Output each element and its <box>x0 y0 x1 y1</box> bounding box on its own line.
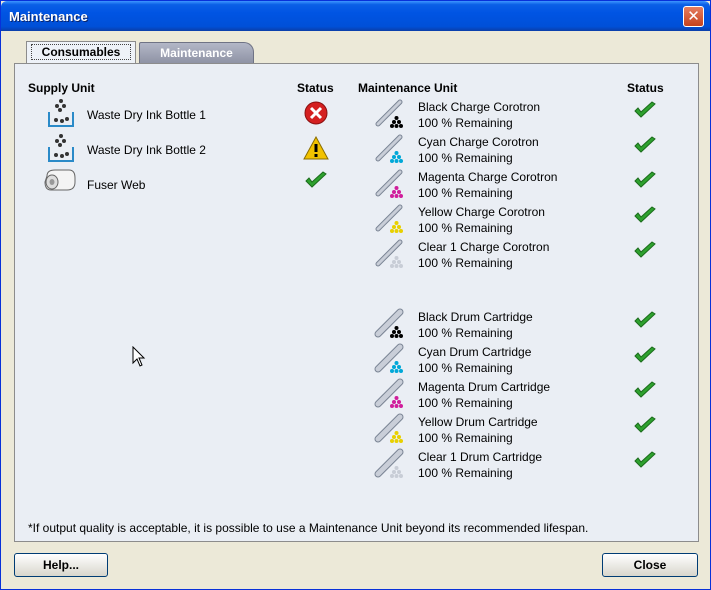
mouse-cursor-icon <box>132 346 146 367</box>
drum-cartridge-icon <box>374 448 406 483</box>
charge-corotron-icon <box>374 98 406 133</box>
maintenance-unit-name: Clear 1 Drum Cartridge <box>418 450 543 464</box>
consumables-panel <box>14 63 699 542</box>
close-button[interactable]: Close <box>602 553 698 577</box>
checkmark-icon <box>304 171 328 194</box>
footnote-text: *If output quality is acceptable, it is … <box>28 521 589 535</box>
drum-cartridge-icon <box>374 413 406 448</box>
charge-corotron-icon <box>374 133 406 168</box>
maintenance-unit-remaining: 100 % Remaining <box>418 256 513 270</box>
supply-unit-header: Supply Unit <box>28 81 95 95</box>
checkmark-icon <box>633 381 657 404</box>
maintenance-unit-remaining: 100 % Remaining <box>418 151 513 165</box>
maintenance-unit-name: Cyan Charge Corotron <box>418 135 539 149</box>
waste-bottle-icon <box>47 133 75 166</box>
maintenance-unit-remaining: 100 % Remaining <box>418 431 513 445</box>
waste-bottle-icon <box>47 98 75 131</box>
maintenance-status-header: Status <box>627 81 664 95</box>
checkmark-icon <box>633 171 657 194</box>
charge-corotron-icon <box>374 168 406 203</box>
supply-item-label: Waste Dry Ink Bottle 2 <box>87 143 206 157</box>
checkmark-icon <box>633 346 657 369</box>
checkmark-icon <box>633 311 657 334</box>
maintenance-unit-remaining: 100 % Remaining <box>418 326 513 340</box>
maintenance-unit-remaining: 100 % Remaining <box>418 361 513 375</box>
warning-icon <box>303 135 329 163</box>
maintenance-unit-name: Magenta Drum Cartridge <box>418 380 551 394</box>
maintenance-unit-name: Black Drum Cartridge <box>418 310 533 324</box>
close-window-icon[interactable]: ✕ <box>683 6 704 27</box>
drum-cartridge-icon <box>374 343 406 378</box>
checkmark-icon <box>633 451 657 474</box>
maintenance-unit-name: Magenta Charge Corotron <box>418 170 558 184</box>
maintenance-unit-remaining: 100 % Remaining <box>418 466 513 480</box>
maintenance-unit-name: Yellow Charge Corotron <box>418 205 545 219</box>
supply-item-label: Fuser Web <box>87 178 146 192</box>
maintenance-unit-remaining: 100 % Remaining <box>418 221 513 235</box>
drum-cartridge-icon <box>374 378 406 413</box>
checkmark-icon <box>633 206 657 229</box>
drum-cartridge-icon <box>374 308 406 343</box>
charge-corotron-icon <box>374 238 406 273</box>
maintenance-unit-name: Black Charge Corotron <box>418 100 541 114</box>
checkmark-icon <box>633 241 657 264</box>
window-title: Maintenance <box>9 9 88 24</box>
maintenance-window: Maintenance ✕ Consumables Maintenance Su… <box>0 0 711 590</box>
checkmark-icon <box>633 416 657 439</box>
tab-consumables[interactable]: Consumables <box>26 41 136 63</box>
checkmark-icon <box>633 136 657 159</box>
tab-consumables-label: Consumables <box>30 44 132 60</box>
supply-status-header: Status <box>297 81 334 95</box>
maintenance-unit-header: Maintenance Unit <box>358 81 458 95</box>
maintenance-unit-name: Yellow Drum Cartridge <box>418 415 538 429</box>
maintenance-unit-name: Cyan Drum Cartridge <box>418 345 532 359</box>
checkmark-icon <box>633 101 657 124</box>
maintenance-unit-remaining: 100 % Remaining <box>418 186 513 200</box>
maintenance-unit-name: Clear 1 Charge Corotron <box>418 240 550 254</box>
tab-maintenance[interactable]: Maintenance <box>139 42 254 64</box>
title-bar[interactable]: Maintenance ✕ <box>1 1 710 31</box>
maintenance-unit-remaining: 100 % Remaining <box>418 116 513 130</box>
maintenance-unit-remaining: 100 % Remaining <box>418 396 513 410</box>
supply-item-label: Waste Dry Ink Bottle 1 <box>87 108 206 122</box>
charge-corotron-icon <box>374 203 406 238</box>
help-button[interactable]: Help... <box>14 553 108 577</box>
error-icon <box>304 101 328 128</box>
fuser-web-icon <box>43 168 77 195</box>
